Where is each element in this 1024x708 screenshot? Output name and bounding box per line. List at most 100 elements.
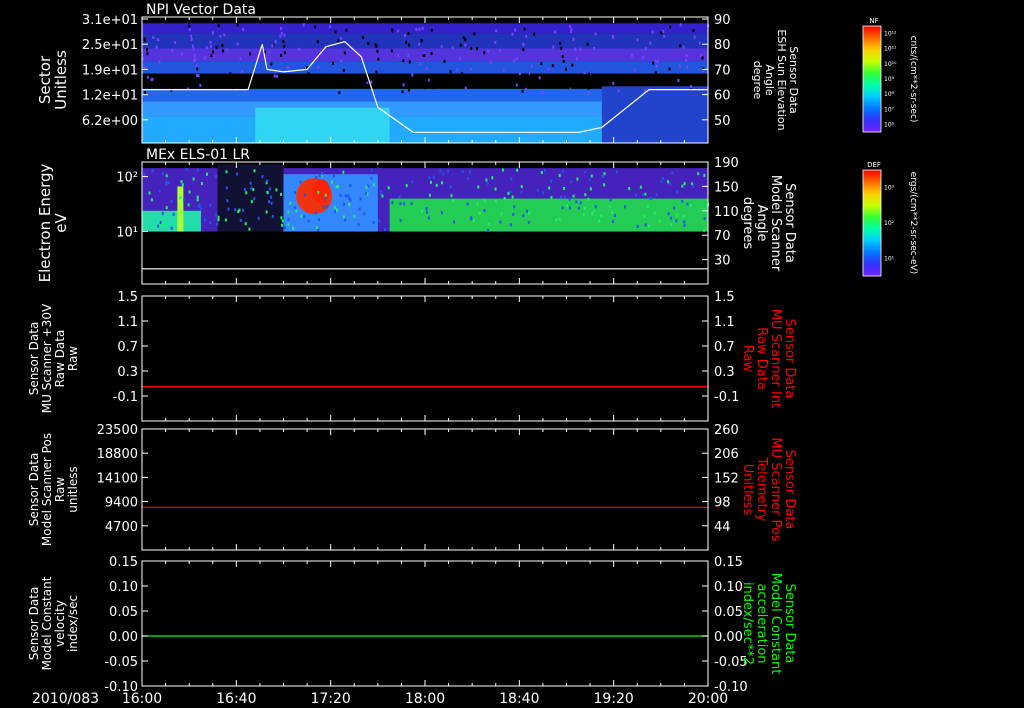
colorbar-tick-label: 10¹	[884, 255, 895, 262]
els-pixel	[601, 174, 604, 178]
els-pixel	[244, 222, 247, 226]
npi-pixel	[562, 59, 565, 63]
els-pixel	[398, 195, 401, 199]
npi-pixel	[193, 54, 196, 58]
els-pixel	[420, 209, 423, 213]
npi-pixel	[407, 88, 410, 92]
els-pixel	[348, 202, 351, 206]
npi-pixel	[569, 29, 572, 33]
npi-spectrogram	[142, 23, 710, 143]
els-pixel	[203, 218, 206, 222]
npi-pixel	[642, 55, 645, 59]
npi-pixel	[420, 39, 423, 43]
y-tick-label: 3.1e+01	[82, 13, 138, 28]
y-axis-label-right: Sensor DataModel Constantaccelerationind…	[740, 573, 797, 675]
els-pixel	[658, 219, 661, 223]
y-tick-label: -0.05	[104, 655, 138, 670]
els-pixel	[322, 205, 325, 209]
els-pixel	[237, 210, 240, 214]
npi-pixel	[340, 36, 343, 40]
colorbar-tick-label: 10¹²	[884, 31, 897, 38]
els-pixel	[478, 211, 481, 215]
els-pixel	[299, 180, 302, 184]
els-pixel	[598, 219, 601, 223]
npi-pixel	[196, 67, 199, 71]
npi-pixel	[430, 51, 433, 55]
els-pixel	[324, 197, 327, 201]
els-pixel	[188, 190, 191, 194]
npi-pixel	[334, 30, 337, 34]
time-tick-label: 20:00	[688, 691, 728, 707]
els-pixel	[334, 209, 337, 213]
els-pixel	[587, 197, 590, 201]
els-pixel	[682, 214, 685, 218]
npi-pixel	[145, 48, 148, 52]
els-pixel	[670, 223, 673, 227]
npi-pixel	[273, 74, 276, 78]
colorbar-label: DEF	[867, 161, 881, 169]
els-pixel	[542, 191, 545, 195]
time-tick-label: 16:00	[122, 691, 162, 707]
els-pixel	[148, 191, 151, 195]
els-pixel	[426, 210, 429, 214]
els-pixel	[470, 217, 473, 221]
els-pixel	[425, 207, 428, 211]
npi-pixel	[188, 28, 191, 32]
els-pixel	[269, 187, 272, 191]
y-tick-label-right: 0.05	[714, 605, 743, 620]
els-pixel	[243, 188, 246, 192]
npi-pixel	[238, 78, 241, 82]
els-pixel	[293, 206, 296, 210]
npi-pixel	[679, 23, 682, 27]
els-pixel	[216, 222, 219, 226]
npi-pixel	[424, 86, 427, 90]
els-pixel	[339, 194, 342, 198]
npi-pixel	[223, 33, 226, 37]
npi-pixel	[636, 38, 639, 42]
npi-pixel	[459, 57, 462, 61]
els-pixel	[317, 190, 320, 194]
npi-pixel	[574, 47, 577, 51]
els-pixel	[511, 195, 514, 199]
els-pixel	[165, 180, 168, 184]
y-tick-label-right: 70	[714, 63, 731, 78]
els-pixel	[370, 168, 373, 172]
npi-pixel	[660, 31, 663, 35]
els-pixel	[603, 172, 606, 176]
y-axis-label-line: velocity	[53, 600, 67, 647]
els-pixel	[307, 219, 310, 223]
colorbar-tick-label: 10⁷	[884, 106, 895, 113]
els-pixel	[158, 189, 161, 193]
els-pixel	[192, 177, 195, 181]
y-axis-label-line: Raw Data	[53, 330, 67, 388]
els-pixel	[555, 218, 558, 222]
y-tick-label: 4700	[105, 520, 138, 535]
npi-pixel	[314, 25, 317, 29]
els-pixel	[570, 180, 573, 184]
els-pixel	[563, 195, 566, 199]
colorbar-tick-label: 10¹⁰	[884, 61, 897, 68]
y-tick-label: 0.00	[109, 630, 138, 645]
els-pixel	[391, 201, 394, 205]
els-pixel	[337, 185, 340, 189]
date-label: 2010/083	[32, 691, 99, 707]
npi-pixel	[144, 91, 147, 95]
npi-pixel	[495, 29, 498, 33]
npi-pixel	[663, 34, 666, 38]
els-pixel	[644, 223, 647, 227]
npi-pixel	[377, 57, 380, 61]
els-pixel	[667, 212, 670, 216]
y-axis-label-right-line: Model Scanner	[768, 175, 783, 272]
els-pixel	[144, 215, 147, 219]
els-pixel	[686, 202, 689, 206]
npi-pixel	[331, 61, 334, 65]
npi-pixel	[456, 68, 459, 72]
npi-pixel	[198, 77, 201, 81]
els-pixel	[236, 172, 239, 176]
els-pixel	[681, 184, 684, 188]
npi-pixel	[427, 78, 430, 82]
els-pixel	[315, 176, 318, 180]
els-pixel	[583, 170, 586, 174]
npi-pixel	[655, 64, 658, 68]
els-pixel	[507, 191, 510, 195]
